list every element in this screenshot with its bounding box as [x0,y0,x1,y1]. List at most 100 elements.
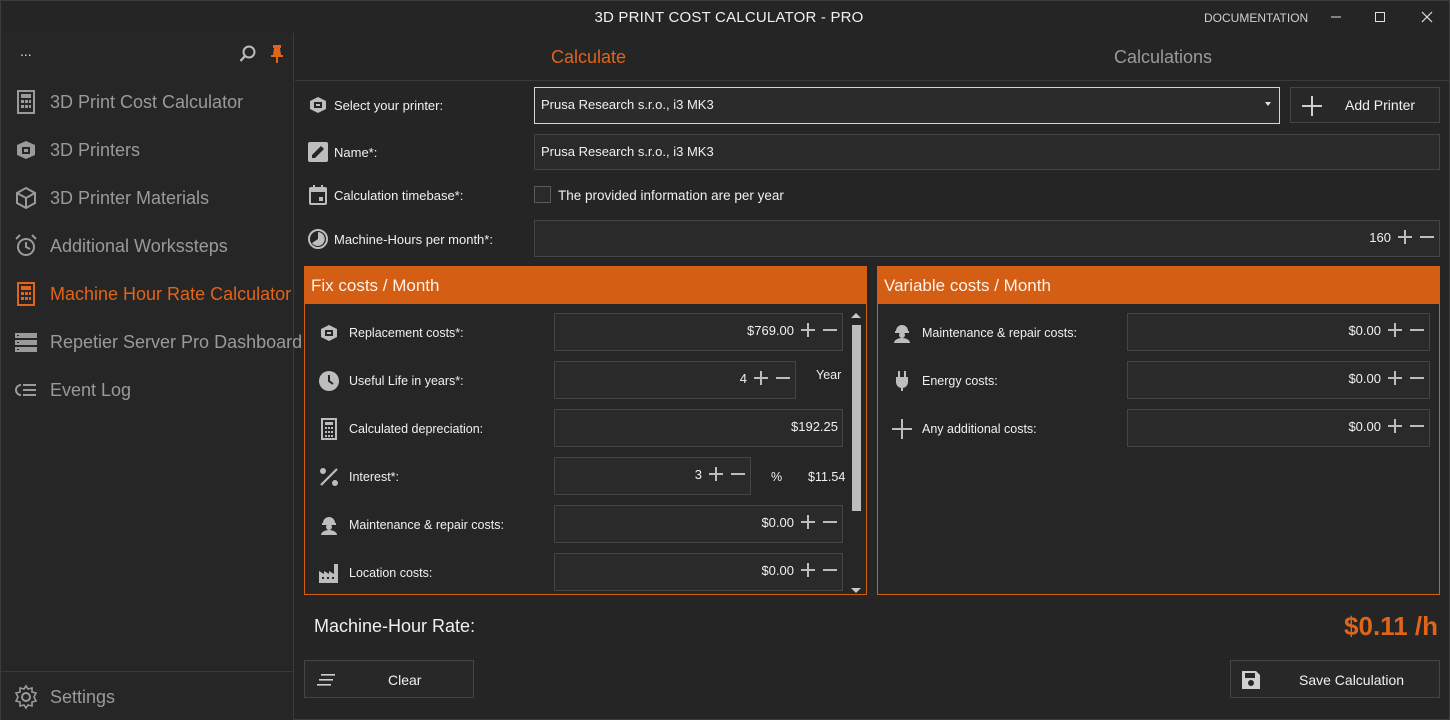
replacement-stepper[interactable]: $769.00 [554,313,843,351]
printer-select[interactable]: Prusa Research s.r.o., i3 MK3 [534,87,1280,124]
sidebar-item-label: Additional Workssteps [50,236,228,256]
increment-button[interactable] [753,370,769,386]
increment-button[interactable] [1387,370,1403,386]
sidebar-item-settings[interactable]: Settings [1,674,293,718]
depreciation-field[interactable]: $192.25 [554,409,843,447]
search-icon[interactable] [239,45,257,63]
decrement-button[interactable] [775,370,791,386]
save-calculation-button[interactable]: Save Calculation [1230,660,1440,698]
increment-button[interactable] [800,322,816,338]
printer-icon [310,97,326,113]
increment-button[interactable] [1397,229,1413,245]
increment-button[interactable] [800,514,816,530]
decrement-button[interactable] [1409,322,1425,338]
pie-chart-icon [308,229,328,249]
variable-costs-title: Variable costs / Month [884,276,1051,295]
increment-button[interactable] [800,562,816,578]
variable-costs-panel: Variable costs / Month Maintenance & rep… [877,266,1440,595]
interest-stepper[interactable]: 3 [554,457,751,495]
sidebar-item-label: Machine Hour Rate Calculator [50,284,292,304]
fix-costs-panel: Fix costs / Month Replacement costs*: $7… [304,266,867,595]
increment-button[interactable] [1387,418,1403,434]
timebase-checkbox-label[interactable]: The provided information are per year [558,188,784,203]
scroll-down-arrow[interactable] [851,588,861,593]
decrement-button[interactable] [1419,229,1435,245]
power-plug-icon [896,371,908,391]
decrement-button[interactable] [730,466,746,482]
fix-costs-scrollbar[interactable] [850,313,862,593]
decrement-button[interactable] [1409,418,1425,434]
decrement-button[interactable] [822,562,838,578]
sidebar-item-3d-printer-materials[interactable]: 3D Printer Materials [1,175,293,219]
interest-unit: % [771,470,783,484]
machine-hours-value: 160 [1369,230,1391,245]
scroll-up-arrow[interactable] [851,313,861,318]
timebase-checkbox[interactable] [534,186,551,203]
log-icon [15,384,36,396]
sidebar-item-3d-print-cost-calculator[interactable]: 3D Print Cost Calculator [1,79,293,123]
useful-life-unit: Year [816,368,842,382]
useful-life-label: Useful Life in years*: [349,374,464,388]
replacement-label: Replacement costs*: [349,326,464,340]
name-input-value: Prusa Research s.r.o., i3 MK3 [541,144,714,159]
cube-icon [16,186,36,210]
machine-hours-label: Machine-Hours per month*: [334,232,493,247]
maintenance-stepper[interactable]: $0.00 [554,505,843,543]
sidebar-item-additional-worksteps[interactable]: Additional Workssteps [1,223,293,267]
maintenance-label: Maintenance & repair costs: [349,518,504,532]
location-value: $0.00 [761,563,794,578]
title-bar: 3D PRINT COST CALCULATOR - PRO DOCUMENTA… [1,1,1449,33]
sidebar-item-label: Event Log [50,380,132,400]
calculator-icon [321,418,337,440]
decrement-button[interactable] [822,322,838,338]
minimize-button[interactable] [1321,5,1351,29]
save-calculation-label: Save Calculation [1299,672,1405,688]
location-stepper[interactable]: $0.00 [554,553,843,591]
sidebar-item-3d-printers[interactable]: 3D Printers [1,127,293,171]
tab-calculations[interactable]: Calculations [1114,47,1212,68]
depreciation-label: Calculated depreciation: [349,422,484,436]
sidebar-item-label: 3D Printer Materials [50,188,210,208]
server-icon [15,333,37,352]
pin-icon[interactable] [269,44,285,64]
increment-button[interactable] [1387,322,1403,338]
add-printer-button[interactable]: Add Printer [1290,87,1440,123]
maximize-button[interactable] [1365,5,1395,29]
variable-maintenance-stepper[interactable]: $0.00 [1127,313,1430,351]
useful-life-stepper[interactable]: 4 [554,361,796,399]
sidebar-header: ... [1,33,293,75]
clear-label: Clear [388,672,422,688]
interest-value: 3 [694,467,702,482]
sidebar-item-event-log[interactable]: Event Log [1,367,293,411]
depreciation-value: $192.25 [791,419,838,434]
increment-button[interactable] [708,466,724,482]
decrement-button[interactable] [1409,370,1425,386]
variable-maintenance-label: Maintenance & repair costs: [922,326,1077,340]
sidebar-item-label: 3D Printers [50,140,141,160]
additional-costs-stepper[interactable]: $0.00 [1127,409,1430,447]
timebase-label: Calculation timebase*: [334,188,464,203]
sidebar-item-label: 3D Print Cost Calculator [50,92,244,112]
machine-hours-stepper[interactable]: 160 [534,220,1440,257]
sidebar-item-label: Settings [50,687,116,707]
energy-stepper[interactable]: $0.00 [1127,361,1430,399]
factory-icon [319,564,338,583]
sidebar-title: ... [20,43,32,59]
name-input[interactable]: Prusa Research s.r.o., i3 MK3 [534,134,1440,170]
worker-icon [894,325,910,343]
additional-costs-value: $0.00 [1348,419,1381,434]
interest-label: Interest*: [349,470,400,484]
decrement-button[interactable] [822,514,838,530]
documentation-link[interactable]: DOCUMENTATION [1204,11,1308,25]
variable-costs-header: Variable costs / Month [878,267,1439,304]
calculator-icon [17,282,35,306]
sidebar-item-repetier-server-pro-dashboard[interactable]: Repetier Server Pro Dashboard [1,319,302,363]
clear-lines-icon [317,674,335,686]
machine-hour-rate-value: $0.11 /h [1344,611,1438,641]
sidebar-item-machine-hour-rate-calculator[interactable]: Machine Hour Rate Calculator [1,271,293,315]
minimize-icon [1331,16,1341,18]
close-button[interactable] [1412,5,1442,29]
tab-calculate[interactable]: Calculate [551,47,626,68]
clear-button[interactable]: Clear [304,660,474,698]
scroll-thumb[interactable] [852,325,861,511]
